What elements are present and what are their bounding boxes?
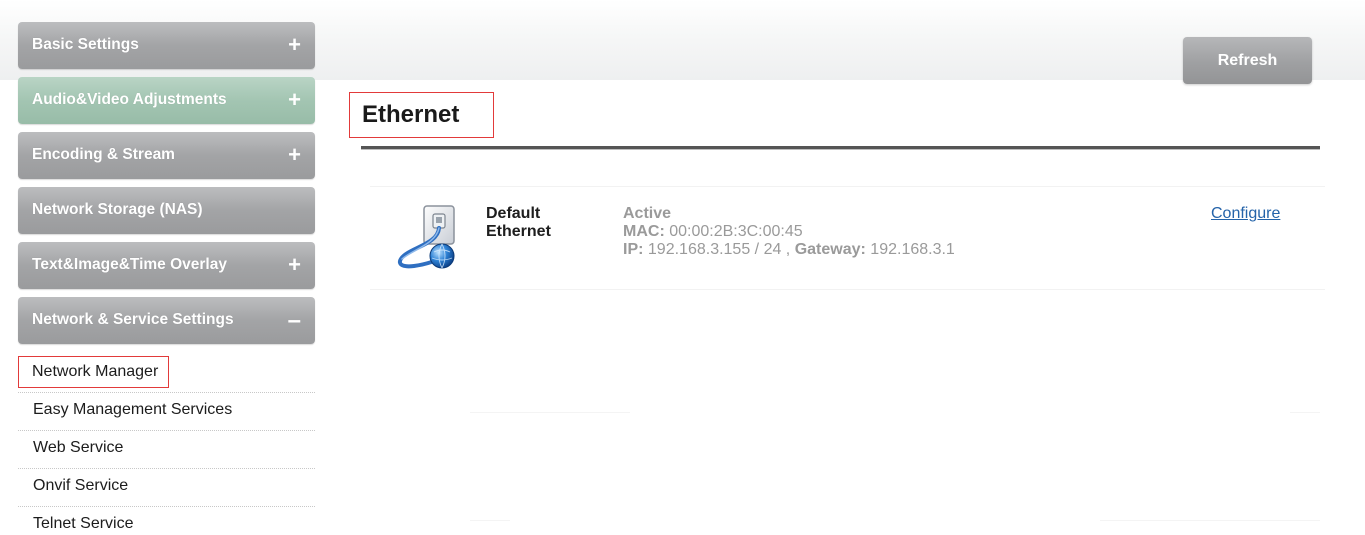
- menu-label: Network Storage (NAS): [32, 201, 203, 218]
- menu-label: Basic Settings: [32, 36, 139, 53]
- menu-audio-video-adjustments[interactable]: Audio&Video Adjustments +: [18, 77, 315, 124]
- refresh-button[interactable]: Refresh: [1183, 37, 1312, 84]
- menu-label: Text&Image&Time Overlay: [32, 256, 227, 273]
- submenu-item-label: Telnet Service: [33, 515, 134, 532]
- divider: [1100, 520, 1320, 521]
- submenu-network-service: Network Manager Easy Management Services…: [18, 355, 315, 535]
- menu-label: Network & Service Settings: [32, 311, 234, 328]
- connection-status: Active: [623, 205, 672, 222]
- collapse-minus-icon[interactable]: –: [288, 309, 301, 333]
- divider: [470, 520, 510, 521]
- connection-name-line2: Ethernet: [486, 223, 551, 240]
- divider: [1290, 412, 1320, 413]
- submenu-item-label: Web Service: [33, 439, 124, 456]
- menu-network-service-settings[interactable]: Network & Service Settings –: [18, 297, 315, 344]
- submenu-item-easy-management-services[interactable]: Easy Management Services: [18, 393, 315, 431]
- page-title: Ethernet: [362, 101, 460, 128]
- menu-text-image-time-overlay[interactable]: Text&Image&Time Overlay +: [18, 242, 315, 289]
- gateway-value: 192.168.3.1: [870, 241, 955, 258]
- configure-link[interactable]: Configure: [1211, 205, 1280, 223]
- menu-label: Audio&Video Adjustments: [32, 91, 227, 108]
- submenu-item-web-service[interactable]: Web Service: [18, 431, 315, 469]
- ip-value: 192.168.3.155 / 24 ,: [647, 241, 791, 258]
- submenu-item-onvif-service[interactable]: Onvif Service: [18, 469, 315, 507]
- submenu-item-label: Easy Management Services: [33, 401, 233, 418]
- expand-plus-icon[interactable]: +: [288, 254, 301, 276]
- connection-name-line1: Default: [486, 205, 541, 222]
- menu-basic-settings[interactable]: Basic Settings +: [18, 22, 315, 69]
- expand-plus-icon[interactable]: +: [288, 89, 301, 111]
- title-divider: [361, 146, 1320, 149]
- menu-network-storage[interactable]: Network Storage (NAS): [18, 187, 315, 234]
- connection-name: Default Ethernet: [486, 205, 551, 241]
- submenu-item-network-manager[interactable]: Network Manager: [18, 355, 315, 393]
- divider: [470, 412, 630, 413]
- mac-label: MAC:: [623, 223, 665, 240]
- submenu-item-label: Network Manager: [18, 356, 170, 388]
- mac-address: MAC: 00:00:2B:3C:00:45: [623, 223, 803, 241]
- submenu-item-label: Onvif Service: [33, 477, 129, 494]
- page: Basic Settings + Audio&Video Adjustments…: [0, 0, 1365, 535]
- ip-label: IP:: [623, 241, 644, 258]
- expand-plus-icon[interactable]: +: [288, 144, 301, 166]
- sidebar: Basic Settings + Audio&Video Adjustments…: [18, 22, 315, 352]
- ethernet-globe-icon: [397, 205, 455, 269]
- menu-label: Encoding & Stream: [32, 146, 175, 163]
- expand-plus-icon[interactable]: +: [288, 34, 301, 56]
- ip-gateway: IP: 192.168.3.155 / 24 , Gateway: 192.16…: [623, 241, 955, 259]
- menu-encoding-stream[interactable]: Encoding & Stream +: [18, 132, 315, 179]
- gateway-label: Gateway:: [794, 241, 866, 258]
- mac-value: 00:00:2B:3C:00:45: [669, 223, 803, 240]
- submenu-item-telnet-service[interactable]: Telnet Service: [18, 507, 315, 535]
